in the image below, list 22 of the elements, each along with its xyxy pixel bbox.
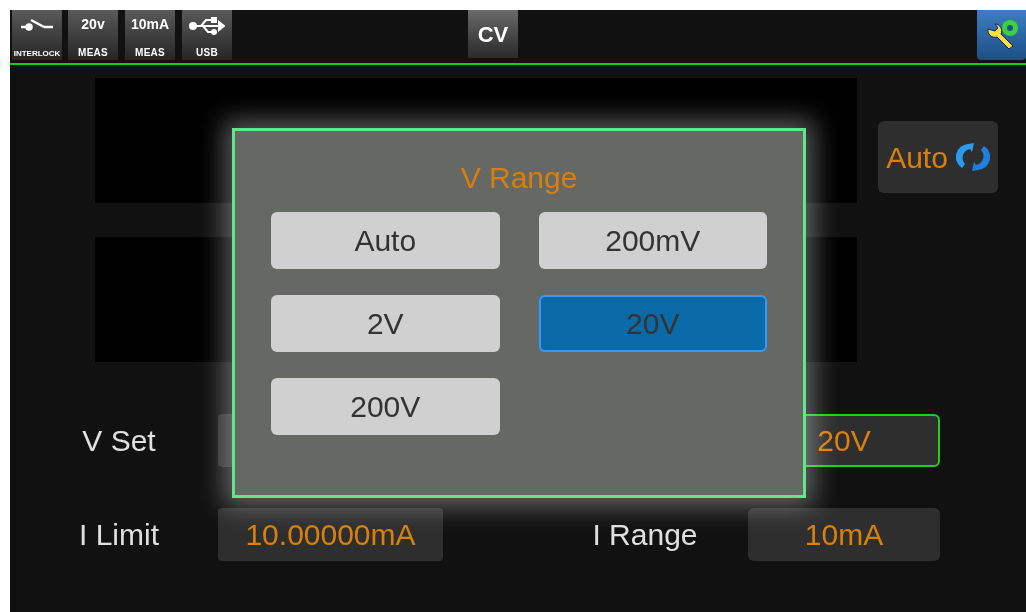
dialog-title: V Range [459, 160, 579, 195]
mode-indicator: CV [468, 10, 518, 58]
indicator-label: MEAS [78, 48, 108, 58]
field-label: I Limit [78, 517, 160, 553]
value-field[interactable]: 10.00000mA [218, 508, 443, 561]
refresh-icon [955, 142, 990, 172]
range-value: 20v [81, 17, 105, 31]
range-option[interactable]: 200mV [538, 212, 767, 269]
field-label: I Range [591, 517, 699, 553]
range-option[interactable]: 200V [271, 378, 500, 435]
indicator-label: MEAS [135, 48, 165, 58]
switch-icon [19, 17, 55, 31]
range-option[interactable]: Auto [271, 212, 500, 269]
range-option[interactable]: 2V [271, 295, 500, 352]
indicator-label: USB [196, 48, 218, 58]
settings-button[interactable] [977, 10, 1026, 60]
indicator-label: INTERLOCK [13, 50, 61, 58]
usb-icon [189, 17, 225, 35]
range-value: 10mA [130, 17, 170, 31]
field-label: V Set [81, 423, 157, 459]
auto-range-button[interactable]: Auto [878, 121, 998, 193]
range-field[interactable]: 10mA [748, 508, 940, 561]
